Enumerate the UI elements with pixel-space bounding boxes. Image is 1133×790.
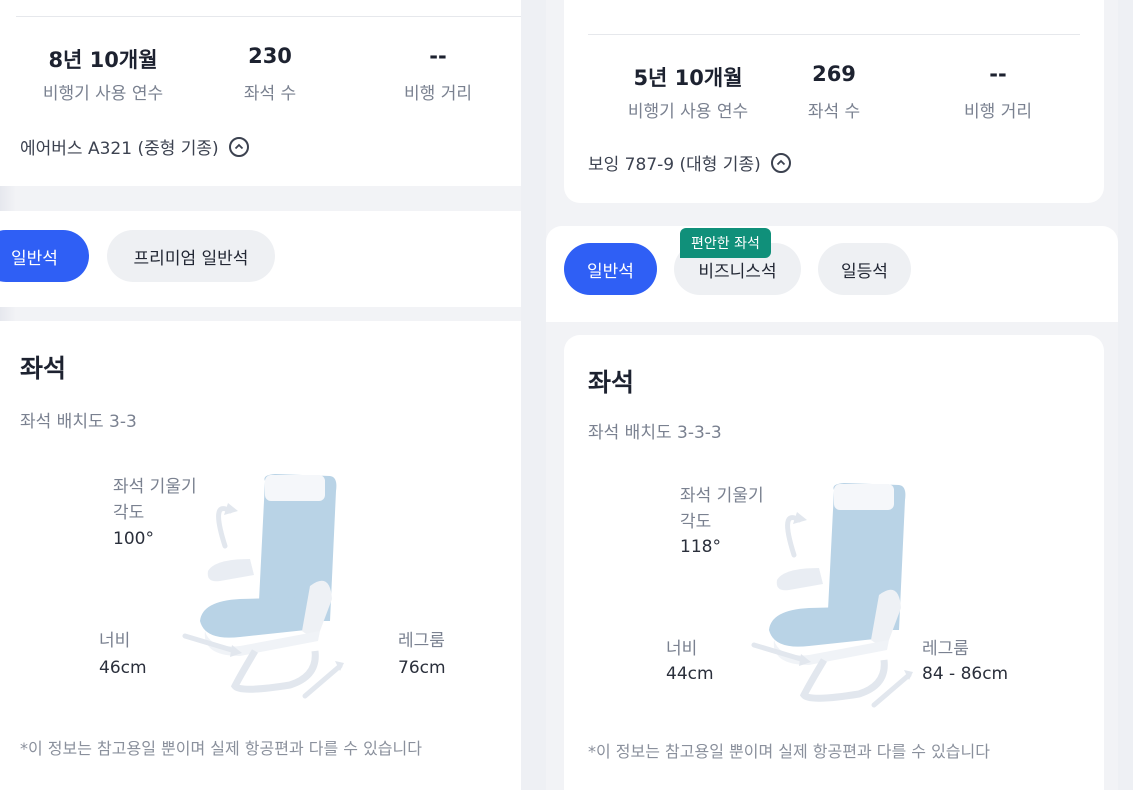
width-value: 44cm [666, 664, 714, 684]
stat-seats-value: 230 [248, 44, 292, 68]
seat-section-title: 좌석 [588, 368, 635, 397]
stat-age-value: 8년 10개월 [48, 48, 158, 72]
width-label: 너비 [666, 639, 698, 659]
stat-distance-value: -- [429, 44, 447, 68]
stat-seats-value: 269 [812, 62, 856, 86]
aircraft-type-label: 에어버스 A321 (중형 기종) [20, 139, 219, 159]
tab-premium-economy[interactable]: 프리미엄 일반석 [107, 230, 275, 282]
chevron-up-icon [770, 152, 791, 173]
right-panel: 5년 10개월 비행기 사용 연수 269 좌석 수 -- 비행 거리 보잉 7… [546, 0, 1118, 790]
aircraft-type-toggle[interactable]: 보잉 787-9 (대형 기종) [588, 150, 791, 175]
aircraft-info-card: 5년 10개월 비행기 사용 연수 269 좌석 수 -- 비행 거리 보잉 7… [564, 0, 1104, 203]
recline-value: 118° [680, 537, 721, 557]
stat-seats-label: 좌석 수 [243, 84, 297, 104]
divider [16, 16, 521, 17]
stat-seats-label: 좌석 수 [807, 102, 861, 122]
legroom-label: 레그룸 [922, 639, 969, 659]
seat-layout-text: 좌석 배치도 3-3-3 [588, 423, 722, 443]
cabin-tabs: 일반석 프리미엄 일반석 [0, 211, 521, 307]
chevron-up-icon [228, 136, 249, 157]
disclaimer-note: *이 정보는 참고용일 뿐이며 실제 항공편과 다를 수 있습니다 [588, 742, 990, 761]
stat-age-value: 5년 10개월 [633, 66, 743, 90]
aircraft-info-card: 8년 10개월 비행기 사용 연수 230 좌석 수 -- 비행 거리 에어버스… [0, 0, 521, 186]
disclaimer-note: *이 정보는 참고용일 뿐이며 실제 항공편과 다를 수 있습니다 [20, 739, 422, 758]
recline-value: 100° [113, 529, 154, 549]
seat-illustration-icon [751, 483, 913, 708]
legroom-label: 레그룸 [398, 631, 445, 651]
tab-first-class[interactable]: 일등석 [818, 243, 911, 295]
seat-layout-text: 좌석 배치도 3-3 [20, 412, 137, 432]
stat-age-label: 비행기 사용 연수 [627, 102, 749, 122]
tab-economy[interactable]: 일반석 [564, 243, 657, 295]
seat-illustration-icon [182, 474, 344, 699]
cabin-tabs: 일반석 비즈니스석 일등석 편안한 좌석 [546, 226, 1118, 322]
divider [588, 34, 1080, 35]
left-panel: 8년 10개월 비행기 사용 연수 230 좌석 수 -- 비행 거리 에어버스… [0, 0, 521, 790]
aircraft-type-toggle[interactable]: 에어버스 A321 (중형 기종) [20, 134, 249, 159]
width-label: 너비 [99, 631, 131, 651]
seat-section-title: 좌석 [20, 354, 67, 383]
stat-distance-label: 비행 거리 [404, 84, 472, 104]
legroom-value: 84 - 86cm [922, 664, 1009, 684]
legroom-value: 76cm [398, 658, 446, 678]
width-value: 46cm [99, 658, 147, 678]
seat-info-card: 좌석 좌석 배치도 3-3-3 좌석 기울기 각도 118° 너비 44cm 레… [564, 335, 1104, 790]
comfort-badge: 편안한 좌석 [680, 228, 771, 258]
stat-distance-label: 비행 거리 [964, 102, 1032, 122]
tab-economy[interactable]: 일반석 [0, 230, 89, 282]
stat-age-label: 비행기 사용 연수 [42, 84, 164, 104]
stat-distance-value: -- [989, 62, 1007, 86]
aircraft-type-label: 보잉 787-9 (대형 기종) [588, 155, 761, 175]
seat-info-card: 좌석 좌석 배치도 3-3 좌석 기울기 각도 100° 너비 46cm 레그룸… [0, 321, 521, 790]
